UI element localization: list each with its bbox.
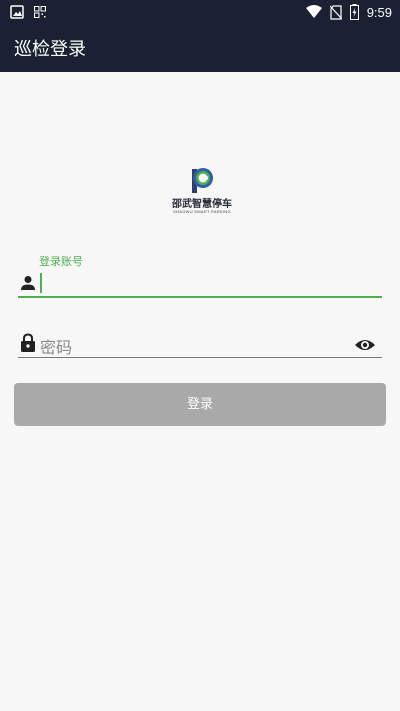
logo-wordmark: 邵武智慧停车 — [172, 199, 232, 210]
app-bar: 巡检登录 — [0, 24, 400, 72]
logo-tagline: SHAOWU SMART PARKING — [173, 209, 231, 214]
image-notification-icon — [10, 5, 24, 19]
app-logo: 邵武智慧停车 SHAOWU SMART PARKING — [160, 165, 240, 215]
parking-logo-icon — [192, 168, 213, 193]
wifi-icon — [305, 5, 322, 18]
account-field-label: 登录账号 — [39, 255, 83, 268]
status-time: 9:59 — [366, 4, 392, 20]
password-input[interactable]: 密码 — [40, 330, 348, 357]
qr-notification-icon — [34, 6, 46, 18]
battery-charging-icon — [349, 4, 359, 20]
no-sim-icon — [329, 4, 342, 20]
person-icon — [21, 276, 35, 290]
eye-icon[interactable] — [354, 337, 376, 353]
login-button-label: 登录 — [186, 397, 213, 412]
password-underline — [18, 357, 382, 358]
text-cursor — [40, 273, 42, 293]
account-input[interactable] — [40, 270, 380, 296]
account-underline — [18, 296, 382, 298]
status-bar: 9:59 — [0, 0, 400, 24]
lock-icon — [21, 333, 35, 352]
password-placeholder: 密码 — [40, 338, 73, 357]
page-title: 巡检登录 — [14, 39, 86, 60]
login-button[interactable]: 登录 — [14, 383, 386, 426]
